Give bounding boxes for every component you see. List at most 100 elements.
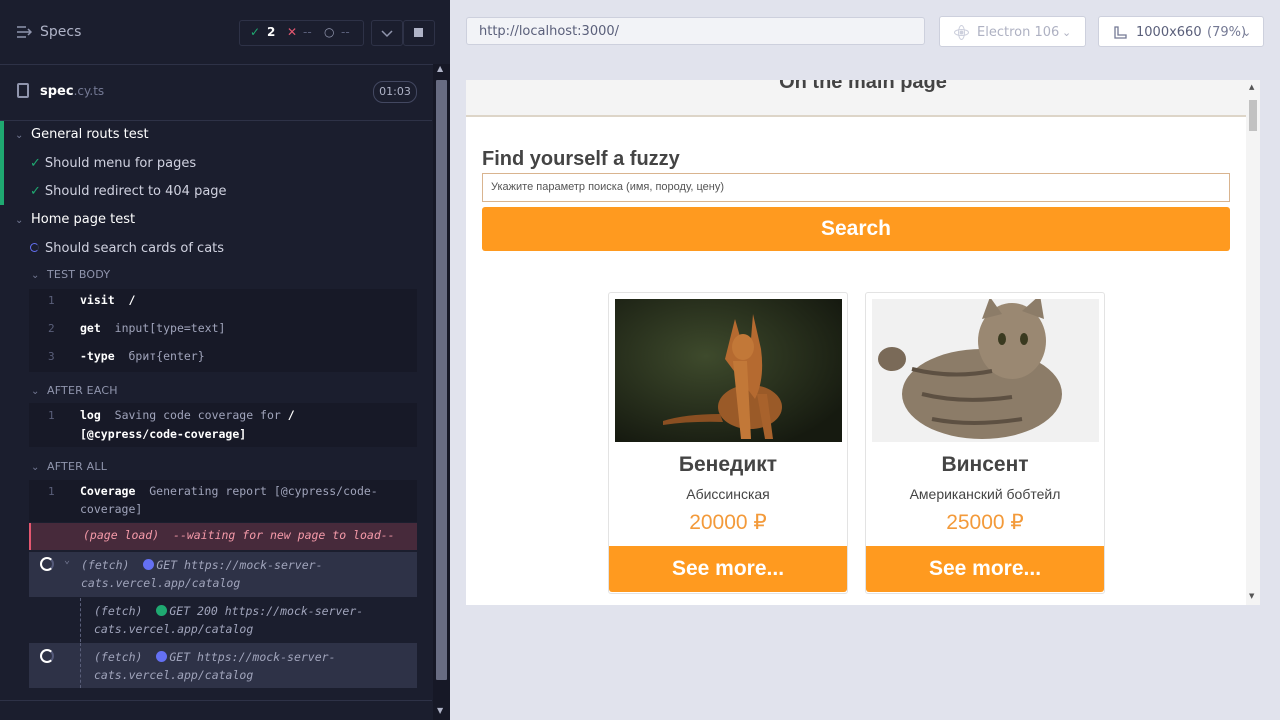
reporter-header: Specs ✓ 2 ✕ -- ○ -- xyxy=(0,0,450,65)
cat-card: Винсент Американский бобтейл 25000 ₽ See… xyxy=(865,292,1105,594)
scroll-down-arrow-icon[interactable]: ▼ xyxy=(437,706,443,715)
check-icon: ✓ xyxy=(30,184,41,199)
chevron-down-icon[interactable]: ⌄ xyxy=(64,555,70,566)
pending-dot-icon xyxy=(156,651,168,662)
viewport-zoom: (79%) xyxy=(1207,25,1247,40)
after-all-label: AFTER ALL xyxy=(47,460,108,473)
chevron-down-icon[interactable]: ⌄ xyxy=(31,386,39,397)
cat-photo xyxy=(872,299,1099,442)
app-under-test: On the main page Find yourself a fuzzy У… xyxy=(466,80,1260,605)
cat-breed: Абиссинская xyxy=(686,486,770,502)
success-dot-icon xyxy=(156,605,168,616)
line-number: 1 xyxy=(48,485,55,498)
command-coverage[interactable]: Coverage Generating report [@cypress/cod… xyxy=(80,484,378,498)
fetch-url-continuation: cats.vercel.app/catalog xyxy=(94,668,254,682)
reporter-scrollbar-thumb[interactable] xyxy=(436,80,447,680)
find-title: Find yourself a fuzzy xyxy=(482,148,680,170)
chevron-down-icon: ⌄ xyxy=(1062,26,1072,39)
cat-name: Бенедикт xyxy=(678,453,778,476)
chevron-down-icon[interactable]: ⌄ xyxy=(15,130,23,141)
suite-title[interactable]: General routs test xyxy=(31,127,149,142)
loading-spinner-icon xyxy=(40,557,54,571)
search-input[interactable]: Укажите параметр поиска (имя, породу, це… xyxy=(482,173,1230,202)
scroll-up-arrow-icon[interactable]: ▲ xyxy=(437,64,443,73)
scroll-up-arrow-icon[interactable]: ▲ xyxy=(1249,83,1254,91)
test-row[interactable]: ✓ Should menu for pages xyxy=(30,156,196,171)
app-header: On the main page xyxy=(466,80,1260,117)
search-button[interactable]: Search xyxy=(482,207,1230,251)
app-preview-panel: http://localhost:3000/ Electron 106 ⌄ 10… xyxy=(450,0,1280,720)
cat-breed: Американский бобтейл xyxy=(909,486,1061,502)
passed-count: 2 xyxy=(267,25,276,39)
ruler-icon xyxy=(1114,26,1127,39)
line-number: 2 xyxy=(48,322,55,335)
spec-duration: 01:03 xyxy=(373,81,417,103)
divider xyxy=(0,700,432,701)
command-log-continuation: [@cypress/code-coverage] xyxy=(80,427,247,441)
cat-price: 20000 ₽ xyxy=(689,511,767,534)
app-scrollbar-thumb[interactable] xyxy=(1249,100,1257,131)
test-row[interactable]: ✓ Should redirect to 404 page xyxy=(30,184,227,199)
stop-icon xyxy=(414,28,423,37)
specs-title[interactable]: Specs xyxy=(40,24,81,40)
passed-icon: ✓ xyxy=(250,25,261,39)
spec-extension: .cy.ts xyxy=(73,84,105,98)
running-spinner-icon xyxy=(30,243,39,252)
chevron-down-icon[interactable]: ⌄ xyxy=(31,270,39,281)
stop-button[interactable] xyxy=(403,20,435,46)
test-body-commands: 1 visit / 2 get input[type=text] 3 -type… xyxy=(29,289,417,372)
specs-list-icon[interactable] xyxy=(16,25,32,39)
command-type[interactable]: -type брит{enter} xyxy=(80,349,205,363)
chevron-down-icon[interactable]: ⌄ xyxy=(15,215,23,226)
command-visit[interactable]: visit / xyxy=(80,293,135,307)
cat-card: Бенедикт Абиссинская 20000 ₽ See more... xyxy=(608,292,848,594)
browser-selector[interactable]: Electron 106 ⌄ xyxy=(939,16,1086,47)
command-log[interactable]: log Saving code coverage for / xyxy=(80,408,295,422)
scroll-down-arrow-icon[interactable]: ▼ xyxy=(1249,592,1254,600)
see-more-button[interactable]: See more... xyxy=(866,546,1104,592)
test-row-running[interactable]: Should search cards of cats xyxy=(30,241,224,256)
failed-count: -- xyxy=(303,25,312,39)
url-field[interactable]: http://localhost:3000/ xyxy=(466,17,925,45)
toggle-auto-scroll-button[interactable] xyxy=(371,20,403,46)
app-header-title: On the main page xyxy=(779,80,947,93)
after-each-label: AFTER EACH xyxy=(47,384,118,397)
fetch-row[interactable]: (fetch) GET https://mock-server- cats.ve… xyxy=(29,643,417,688)
pending-count: -- xyxy=(341,25,350,39)
fetch-row[interactable]: (fetch) GET 200 https://mock-server- cat… xyxy=(29,598,417,642)
failed-icon: ✕ xyxy=(287,25,298,39)
pending-dot-icon xyxy=(143,559,155,570)
nesting-line xyxy=(80,598,81,642)
command-coverage-continuation: coverage] xyxy=(80,502,143,516)
suite-title[interactable]: Home page test xyxy=(31,212,135,227)
chevron-down-icon: ⌄ xyxy=(1242,26,1252,39)
line-number: 3 xyxy=(48,350,55,363)
fetch-url-continuation: cats.vercel.app/catalog xyxy=(94,622,254,636)
after-each-commands: 1 log Saving code coverage for / [@cypre… xyxy=(29,403,417,447)
browser-name: Electron 106 xyxy=(977,25,1060,40)
suite-pass-indicator xyxy=(0,121,4,205)
cat-photo xyxy=(615,299,842,442)
app-scrollbar[interactable]: ▲ ▼ xyxy=(1246,80,1260,605)
spec-file-row[interactable]: spec.cy.ts 01:03 xyxy=(0,64,432,121)
line-number: 1 xyxy=(48,294,55,307)
fetch-url-continuation: cats.vercel.app/catalog xyxy=(81,576,241,590)
nesting-line xyxy=(80,643,81,688)
stats-summary: ✓ 2 ✕ -- ○ -- xyxy=(239,20,364,46)
fetch-row[interactable]: ⌄ (fetch) GET https://mock-server- cats.… xyxy=(29,552,417,597)
see-more-button[interactable]: See more... xyxy=(609,546,847,592)
test-body-label: TEST BODY xyxy=(47,268,111,281)
after-all-commands: 1 Coverage Generating report [@cypress/c… xyxy=(29,480,417,522)
pending-icon: ○ xyxy=(324,25,335,39)
page-load-row[interactable]: (page load) --waiting for new page to lo… xyxy=(29,523,417,550)
command-get[interactable]: get input[type=text] xyxy=(80,321,225,335)
cat-name: Винсент xyxy=(941,453,1029,476)
file-icon xyxy=(17,83,29,98)
chevron-down-icon xyxy=(381,30,393,38)
cat-price: 25000 ₽ xyxy=(946,511,1024,534)
viewport-size: 1000x660 xyxy=(1136,25,1202,40)
electron-icon xyxy=(954,25,969,40)
chevron-down-icon[interactable]: ⌄ xyxy=(31,462,39,473)
loading-spinner-icon xyxy=(40,649,54,663)
viewport-selector[interactable]: 1000x660 (79%) ⌄ xyxy=(1098,16,1264,47)
